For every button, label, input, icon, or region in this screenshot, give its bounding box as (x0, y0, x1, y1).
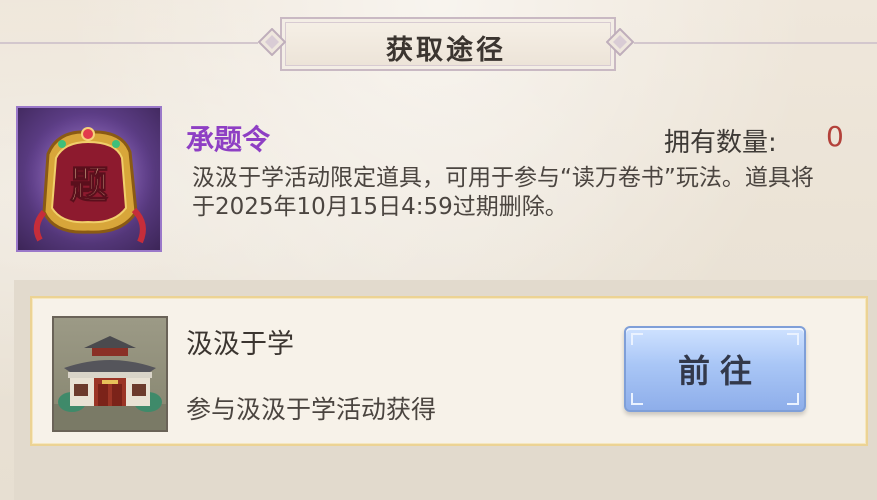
go-button-label: 前往 (677, 352, 762, 390)
button-corner-ornament (787, 393, 799, 405)
dialog-title: 获取途径 (386, 35, 506, 66)
title-divider-left (0, 42, 258, 44)
owned-count-value: 0 (826, 120, 844, 153)
academy-building-icon (52, 316, 168, 432)
button-corner-ornament (631, 393, 643, 405)
go-button[interactable]: 前往 (624, 326, 806, 412)
button-corner-ornament (631, 333, 643, 345)
owned-count-label: 拥有数量: (664, 128, 777, 158)
title-banner: 获取途径 (258, 14, 634, 71)
item-description[interactable]: 汲汲于学活动限定道具，可用于参与“读万卷书”玩法。道具将于2025年10月15日… (192, 164, 822, 252)
source-title: 汲汲于学 (186, 329, 294, 360)
scroll-token-icon: 题 (16, 106, 162, 252)
source-description: 参与汲汲于学活动获得 (186, 395, 437, 424)
item-name: 承题令 (186, 123, 271, 156)
title-divider-right (634, 42, 877, 44)
svg-text:题: 题 (70, 163, 108, 207)
button-corner-ornament (787, 333, 799, 345)
